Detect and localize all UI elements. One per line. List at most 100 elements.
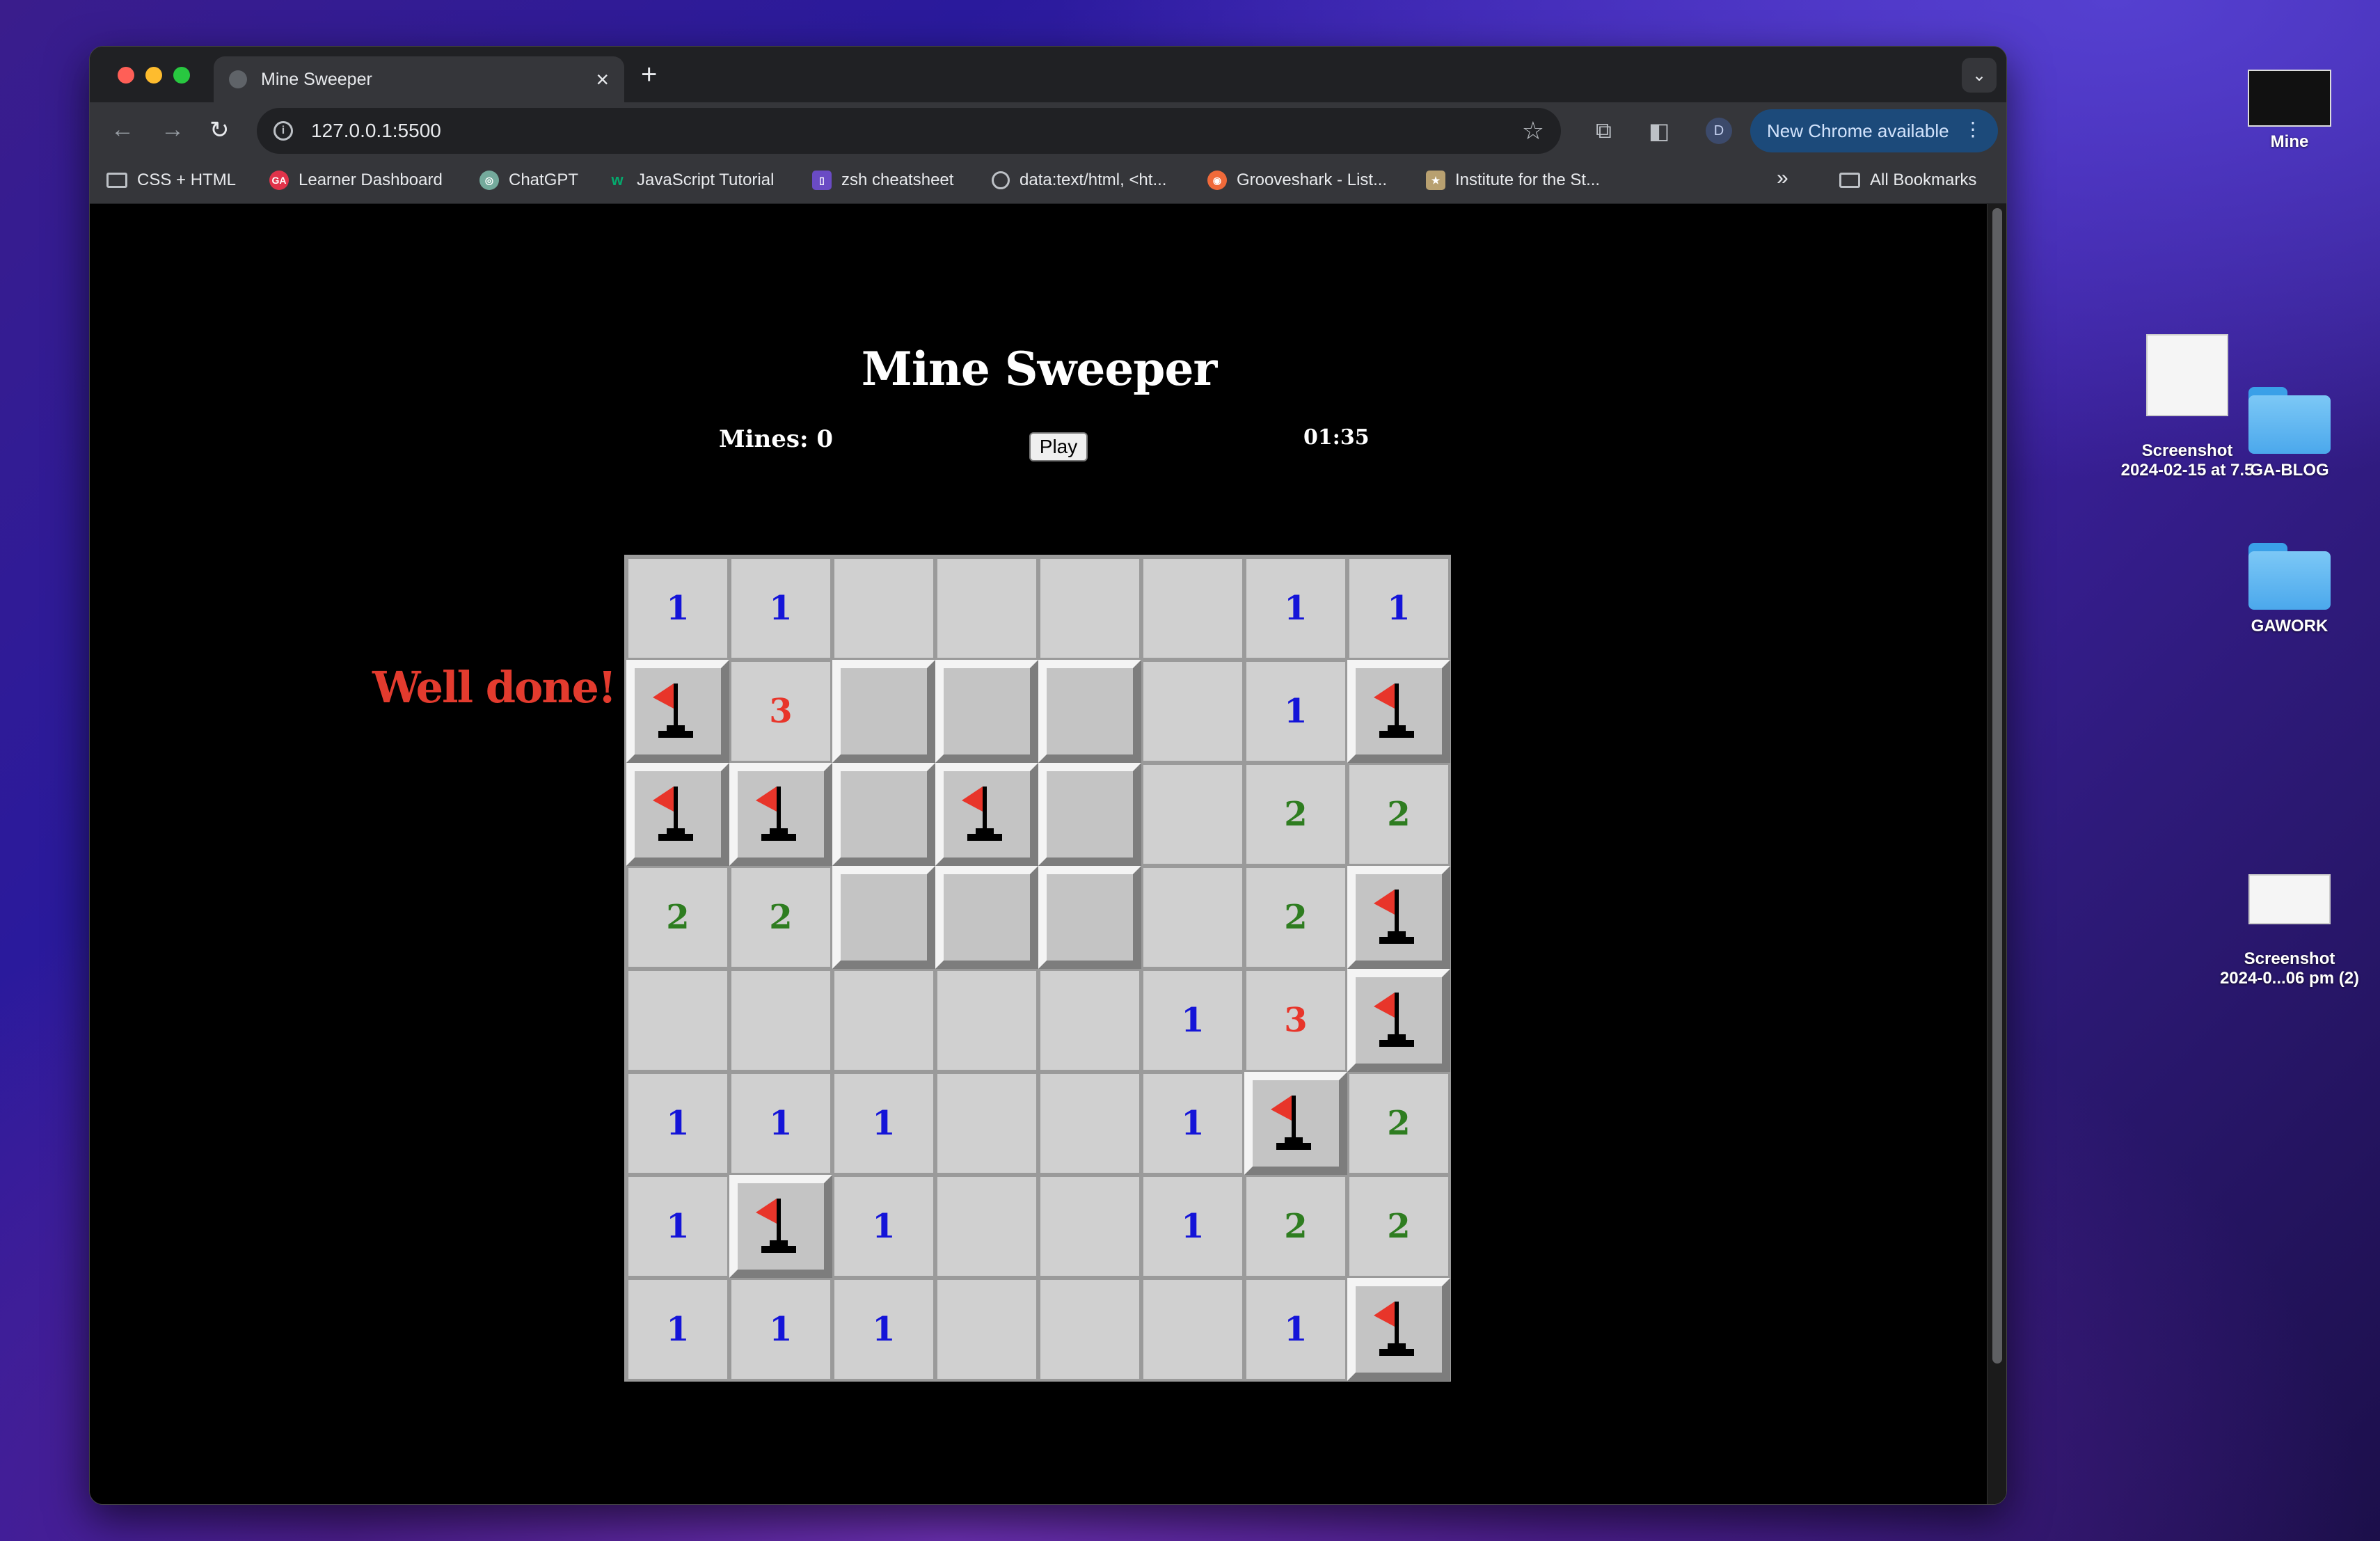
all-bookmarks-button[interactable]: All Bookmarks <box>1839 171 1976 190</box>
revealed-empty-cell[interactable] <box>935 1072 1038 1175</box>
revealed-empty-cell[interactable] <box>1141 866 1244 969</box>
revealed-empty-cell[interactable] <box>935 557 1038 660</box>
bookmark-learner-dashboard[interactable]: GA Learner Dashboard <box>269 171 443 190</box>
close-window-button[interactable] <box>118 67 134 84</box>
revealed-number-cell[interactable]: 2 <box>1347 763 1450 866</box>
flagged-cell[interactable] <box>1244 1072 1347 1175</box>
reload-icon[interactable]: ↻ <box>209 116 230 144</box>
side-panel-icon[interactable]: ◧ <box>1649 118 1669 144</box>
revealed-number-cell[interactable]: 1 <box>626 1072 729 1175</box>
close-tab-icon[interactable]: × <box>596 67 609 93</box>
revealed-number-cell[interactable]: 1 <box>626 557 729 660</box>
revealed-empty-cell[interactable] <box>626 969 729 1072</box>
revealed-number-cell[interactable]: 1 <box>1244 660 1347 763</box>
minimize-window-button[interactable] <box>145 67 162 84</box>
unrevealed-cell[interactable] <box>1038 866 1141 969</box>
unrevealed-cell[interactable] <box>1038 660 1141 763</box>
unrevealed-cell[interactable] <box>832 660 935 763</box>
revealed-empty-cell[interactable] <box>1141 660 1244 763</box>
unrevealed-cell[interactable] <box>832 866 935 969</box>
revealed-empty-cell[interactable] <box>1038 1072 1141 1175</box>
unrevealed-cell[interactable] <box>935 660 1038 763</box>
flagged-cell[interactable] <box>729 1175 832 1278</box>
address-bar[interactable]: i 127.0.0.1:5500 ☆ <box>257 108 1561 154</box>
revealed-empty-cell[interactable] <box>935 969 1038 1072</box>
play-button[interactable]: Play <box>1029 432 1088 461</box>
revealed-number-cell[interactable]: 3 <box>729 660 832 763</box>
revealed-empty-cell[interactable] <box>1038 1175 1141 1278</box>
bookmark-javascript-tutorial[interactable]: w JavaScript Tutorial <box>608 171 774 190</box>
bookmark-chatgpt[interactable]: ◎ ChatGPT <box>479 171 578 190</box>
new-tab-button[interactable]: + <box>641 59 657 90</box>
bookmark-css-html[interactable]: CSS + HTML <box>106 171 236 190</box>
profile-avatar[interactable]: D <box>1706 118 1732 144</box>
revealed-number-cell[interactable]: 2 <box>1347 1072 1450 1175</box>
flagged-cell[interactable] <box>1347 866 1450 969</box>
url-text[interactable]: 127.0.0.1:5500 <box>311 120 1522 142</box>
unrevealed-cell[interactable] <box>935 866 1038 969</box>
flagged-cell[interactable] <box>1347 660 1450 763</box>
flagged-cell[interactable] <box>1347 969 1450 1072</box>
revealed-empty-cell[interactable] <box>1038 1278 1141 1381</box>
bookmark-institute[interactable]: ★ Institute for the St... <box>1426 171 1600 190</box>
desktop-item-ga-blog[interactable]: GA-BLOG <box>2242 387 2337 480</box>
desktop-item-screenshot-2[interactable]: Screenshot 2024-0...06 pm (2) <box>2199 855 2380 1008</box>
revealed-number-cell[interactable]: 2 <box>1244 763 1347 866</box>
site-info-icon[interactable]: i <box>273 121 293 141</box>
flagged-cell[interactable] <box>1347 1278 1450 1381</box>
revealed-number-cell[interactable]: 1 <box>729 557 832 660</box>
revealed-number-cell[interactable]: 3 <box>1244 969 1347 1072</box>
bookmark-star-icon[interactable]: ☆ <box>1522 116 1544 145</box>
bookmark-data-text-html[interactable]: data:text/html, <ht... <box>992 171 1166 190</box>
revealed-number-cell[interactable]: 1 <box>729 1278 832 1381</box>
revealed-number-cell[interactable]: 1 <box>1244 1278 1347 1381</box>
tab-mine-sweeper[interactable]: Mine Sweeper × <box>214 56 624 102</box>
revealed-empty-cell[interactable] <box>729 969 832 1072</box>
bookmark-zsh-cheatsheet[interactable]: ▯ zsh cheatsheet <box>812 171 953 190</box>
flagged-cell[interactable] <box>626 660 729 763</box>
tab-search-button[interactable]: ⌄ <box>1962 58 1997 93</box>
desktop-item-gawork[interactable]: GAWORK <box>2242 543 2337 636</box>
unrevealed-cell[interactable] <box>1038 763 1141 866</box>
revealed-empty-cell[interactable] <box>1141 1278 1244 1381</box>
revealed-number-cell[interactable]: 1 <box>1244 557 1347 660</box>
revealed-empty-cell[interactable] <box>935 1278 1038 1381</box>
revealed-number-cell[interactable]: 1 <box>832 1175 935 1278</box>
revealed-number-cell[interactable]: 1 <box>626 1278 729 1381</box>
revealed-number-cell[interactable]: 1 <box>729 1072 832 1175</box>
revealed-empty-cell[interactable] <box>832 557 935 660</box>
desktop-item-mine[interactable]: Mine <box>2242 70 2337 152</box>
forward-arrow-icon[interactable]: → <box>161 116 184 143</box>
revealed-number-cell[interactable]: 1 <box>1141 1175 1244 1278</box>
revealed-number-cell[interactable]: 1 <box>832 1278 935 1381</box>
more-bookmarks-chevron-icon[interactable]: » <box>1777 166 1788 190</box>
more-vert-icon[interactable]: ⋮ <box>1963 118 1983 141</box>
revealed-empty-cell[interactable] <box>832 969 935 1072</box>
revealed-number-cell[interactable]: 1 <box>626 1175 729 1278</box>
bookmark-grooveshark[interactable]: ◉ Grooveshark - List... <box>1207 171 1387 190</box>
revealed-number-cell[interactable]: 2 <box>626 866 729 969</box>
revealed-number-cell[interactable]: 1 <box>1141 1072 1244 1175</box>
flagged-cell[interactable] <box>626 763 729 866</box>
revealed-number-cell[interactable]: 2 <box>1347 1175 1450 1278</box>
revealed-number-cell[interactable]: 2 <box>1244 866 1347 969</box>
revealed-empty-cell[interactable] <box>1038 557 1141 660</box>
revealed-empty-cell[interactable] <box>935 1175 1038 1278</box>
revealed-number-cell[interactable]: 2 <box>729 866 832 969</box>
revealed-number-cell[interactable]: 1 <box>1141 969 1244 1072</box>
revealed-empty-cell[interactable] <box>1141 557 1244 660</box>
revealed-number-cell[interactable]: 1 <box>1347 557 1450 660</box>
flagged-cell[interactable] <box>729 763 832 866</box>
page-scrollbar[interactable] <box>1987 204 2006 1504</box>
revealed-empty-cell[interactable] <box>1141 763 1244 866</box>
extensions-icon[interactable]: ⧉ <box>1596 118 1612 144</box>
new-chrome-available-button[interactable]: New Chrome available ⋮ <box>1750 109 1998 152</box>
fullscreen-window-button[interactable] <box>173 67 190 84</box>
scrollbar-thumb[interactable] <box>1992 208 2002 1364</box>
revealed-number-cell[interactable]: 1 <box>832 1072 935 1175</box>
unrevealed-cell[interactable] <box>832 763 935 866</box>
revealed-empty-cell[interactable] <box>1038 969 1141 1072</box>
flagged-cell[interactable] <box>935 763 1038 866</box>
revealed-number-cell[interactable]: 2 <box>1244 1175 1347 1278</box>
back-arrow-icon[interactable]: ← <box>111 116 134 143</box>
